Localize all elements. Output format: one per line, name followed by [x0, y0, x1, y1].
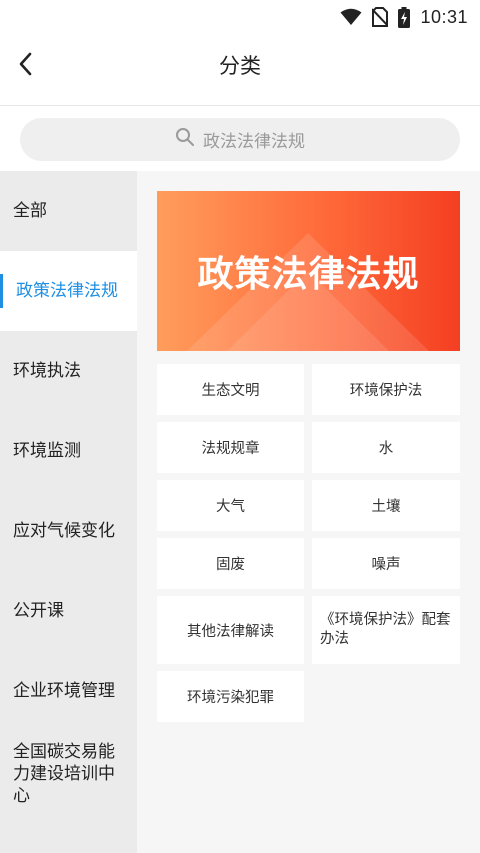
sidebar-item-all[interactable]: 全部 [0, 171, 137, 251]
subcategory-item[interactable]: 噪声 [312, 538, 460, 589]
search-icon [175, 127, 195, 152]
subcategory-item[interactable]: 法规规章 [157, 422, 304, 473]
sidebar-item-label: 公开课 [13, 601, 64, 621]
subcategory-item[interactable]: 固废 [157, 538, 304, 589]
sidebar-item-climate[interactable]: 应对气候变化 [0, 491, 137, 571]
sidebar-item-label: 应对气候变化 [13, 521, 115, 541]
category-banner[interactable]: 政策法律法规 [157, 191, 460, 351]
search-input[interactable]: 政法法律法规 [20, 118, 460, 161]
subcategory-item[interactable]: 生态文明 [157, 364, 304, 415]
sidebar-item-monitoring[interactable]: 环境监测 [0, 411, 137, 491]
no-sim-icon [372, 7, 389, 27]
sidebar-item-label: 全国碳交易能力建设培训中心 [13, 742, 115, 806]
sidebar-item-enterprise[interactable]: 企业环境管理 [0, 651, 137, 731]
subcategory-item[interactable]: 大气 [157, 480, 304, 531]
search-placeholder: 政法法律法规 [203, 132, 305, 152]
sidebar-item-label: 全部 [13, 201, 47, 221]
sidebar-item-label: 环境监测 [13, 441, 81, 461]
search-area: 政法法律法规 [0, 107, 480, 171]
page-title: 分类 [219, 54, 261, 78]
subcategory-item[interactable]: 环境保护法 [312, 364, 460, 415]
wifi-icon [340, 8, 362, 26]
status-bar: 10:31 [0, 0, 480, 34]
sidebar-item-enforcement[interactable]: 环境执法 [0, 331, 137, 411]
category-sidebar: 全部 政策法律法规 环境执法 环境监测 应对气候变化 公开课 企业环境管理 全国… [0, 171, 137, 853]
sidebar-item-policy-law[interactable]: 政策法律法规 [0, 251, 137, 331]
sidebar-item-label: 企业环境管理 [13, 681, 115, 701]
subcategory-item[interactable]: 水 [312, 422, 460, 473]
subcategory-item[interactable]: 其他法律解读 [157, 596, 304, 664]
content-area: 全部 政策法律法规 环境执法 环境监测 应对气候变化 公开课 企业环境管理 全国… [0, 171, 480, 853]
main-panel: 政策法律法规 生态文明 环境保护法 法规规章 水 大气 土壤 固废 噪声 其他法… [137, 171, 480, 853]
banner-title: 政策法律法规 [197, 254, 420, 295]
sidebar-item-label: 政策法律法规 [16, 281, 118, 301]
sidebar-item-carbon-training[interactable]: 全国碳交易能力建设培训中心 [0, 731, 137, 853]
subcategory-item[interactable]: 环境污染犯罪 [157, 671, 304, 722]
sidebar-item-open-course[interactable]: 公开课 [0, 571, 137, 651]
status-time: 10:31 [420, 6, 468, 27]
app-bar: 分类 [0, 34, 480, 106]
subcategory-item[interactable]: 《环境保护法》配套办法 [312, 596, 460, 664]
subcategory-item[interactable]: 土壤 [312, 480, 460, 531]
subcategory-grid: 生态文明 环境保护法 法规规章 水 大气 土壤 固废 噪声 其他法律解读 《环境… [157, 364, 460, 722]
sidebar-item-label: 环境执法 [13, 361, 81, 381]
battery-charging-icon [398, 6, 411, 28]
